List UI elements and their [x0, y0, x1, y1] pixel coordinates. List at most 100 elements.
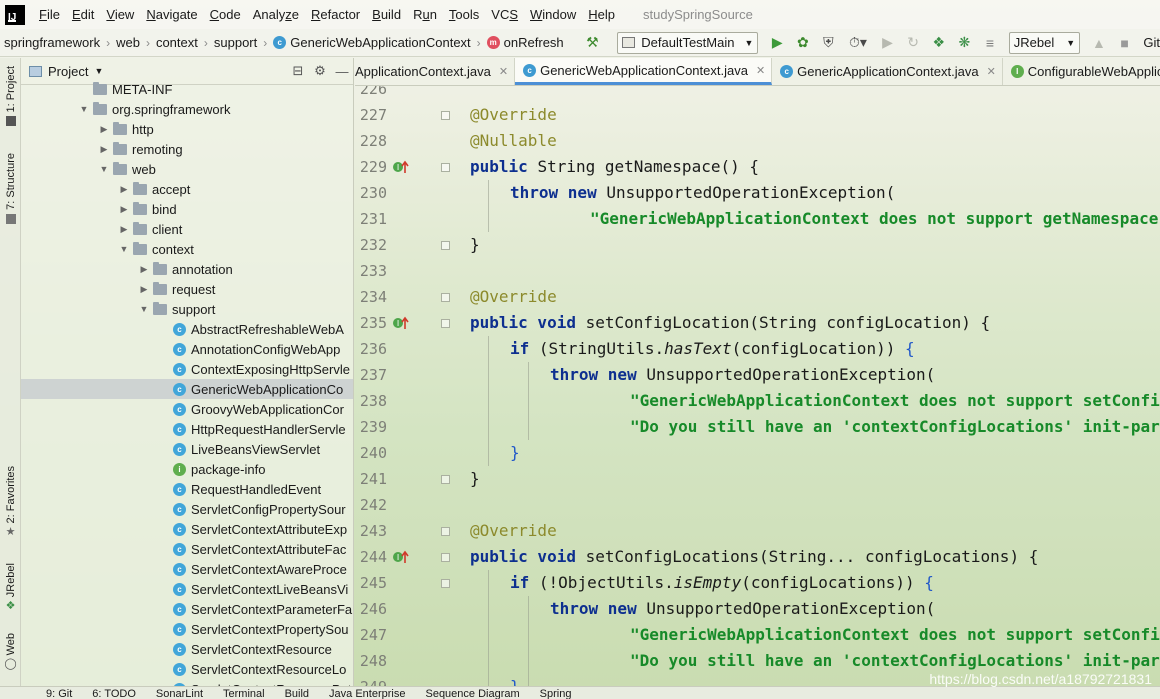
bottom-tool-build[interactable]: Build [275, 688, 319, 699]
jrebel-select[interactable]: JRebel ▼ [1008, 31, 1081, 54]
run-icon[interactable]: ▶ [766, 32, 788, 54]
editor-tab-applicationcontext-java[interactable]: ApplicationContext.java ✕ [355, 58, 516, 85]
menu-build[interactable]: Build [366, 0, 407, 29]
fold-marker-icon[interactable] [441, 111, 450, 120]
code-line[interactable]: 246 throw new UnsupportedOperationExcepti… [355, 596, 1160, 622]
implements-method-icon[interactable]: I [393, 550, 409, 564]
menu-analyze[interactable]: Analyze [247, 0, 305, 29]
tree-item-servletcontextawareproce[interactable]: c ServletContextAwareProce [21, 559, 353, 579]
code-line[interactable]: 237 throw new UnsupportedOperationExcepti… [355, 362, 1160, 388]
breadcrumb-class[interactable]: c GenericWebApplicationContext [269, 35, 474, 50]
chevron-right-icon[interactable]: ▶ [118, 184, 130, 195]
bottom-tool-6-todo[interactable]: 6: TODO [82, 688, 146, 699]
hide-panel-icon[interactable]: — [331, 64, 353, 79]
code-line[interactable]: 244 Ipublic void setConfigLocations(Strin… [355, 544, 1160, 570]
breadcrumb-web[interactable]: web [112, 35, 144, 50]
fold-marker-icon[interactable] [441, 319, 450, 328]
breadcrumb-context[interactable]: context [152, 35, 202, 50]
menu-code[interactable]: Code [204, 0, 247, 29]
tree-item-meta-inf[interactable]: META-INF [21, 79, 353, 99]
tree-item-bind[interactable]: ▶ bind [21, 199, 353, 219]
code-line[interactable]: 241} [355, 466, 1160, 492]
close-tab-icon[interactable]: ✕ [756, 64, 765, 77]
breadcrumb-support[interactable]: support [210, 35, 261, 50]
tree-item-groovywebapplicationcor[interactable]: c GroovyWebApplicationCor [21, 399, 353, 419]
bottom-tool-9-git[interactable]: 9: Git [0, 688, 82, 699]
menu-vcs[interactable]: VCS [485, 0, 524, 29]
implements-method-icon[interactable]: I [393, 160, 409, 174]
fold-marker-icon[interactable] [441, 163, 450, 172]
breadcrumb-method[interactable]: m onRefresh [483, 35, 568, 50]
jrebel-run-icon[interactable]: ❖ [928, 32, 950, 54]
tree-item-abstractrefreshableweba[interactable]: c AbstractRefreshableWebA [21, 319, 353, 339]
code-line[interactable]: 245 if (!ObjectUtils.isEmpty(configLocati… [355, 570, 1160, 596]
profile-icon[interactable]: ⏱▾ [843, 32, 872, 54]
chevron-right-icon[interactable]: ▶ [118, 204, 130, 215]
tree-item-contextexposinghttpservle[interactable]: c ContextExposingHttpServle [21, 359, 353, 379]
git-label[interactable]: Git [1143, 35, 1160, 50]
code-line[interactable]: 234 @Override [355, 284, 1160, 310]
run-configuration-select[interactable]: DefaultTestMain ▼ [617, 31, 759, 54]
code-line[interactable]: 229 Ipublic String getNamespace() { [355, 154, 1160, 180]
menu-file[interactable]: File [33, 0, 66, 29]
chevron-right-icon[interactable]: ▶ [98, 124, 110, 135]
chevron-down-icon[interactable]: ▼ [78, 104, 90, 114]
gear-icon[interactable]: ⚙ [309, 63, 331, 79]
fold-marker-icon[interactable] [441, 475, 450, 484]
menu-window[interactable]: Window [524, 0, 582, 29]
tree-item-annotationconfigwebapp[interactable]: c AnnotationConfigWebApp [21, 339, 353, 359]
chevron-right-icon[interactable]: ▶ [138, 284, 150, 295]
menu-edit[interactable]: Edit [66, 0, 100, 29]
tool-tab-structure[interactable]: 7: Structure [0, 153, 21, 224]
code-line[interactable]: 226 [355, 86, 1160, 102]
code-line[interactable]: 243 @Override [355, 518, 1160, 544]
stop-icon[interactable]: ■ [1114, 32, 1136, 54]
editor-tab-genericwebapplicationcontext-java[interactable]: c GenericWebApplicationContext.java ✕ [515, 58, 773, 85]
code-line[interactable]: 247 "GenericWebApplicationContext does no… [355, 622, 1160, 648]
jrebel-panel-icon[interactable]: ≡ [979, 32, 1001, 54]
fold-marker-icon[interactable] [441, 241, 450, 250]
chevron-down-icon[interactable]: ▼ [118, 244, 130, 254]
code-line[interactable]: 228 @Nullable [355, 128, 1160, 154]
code-line[interactable]: 235 Ipublic void setConfigLocation(String… [355, 310, 1160, 336]
tree-item-client[interactable]: ▶ client [21, 219, 353, 239]
chevron-right-icon[interactable]: ▶ [98, 144, 110, 155]
fold-marker-icon[interactable] [441, 579, 450, 588]
menu-tools[interactable]: Tools [443, 0, 485, 29]
tree-item-servletcontextattributeexp[interactable]: c ServletContextAttributeExp [21, 519, 353, 539]
chevron-down-icon[interactable]: ▼ [138, 304, 150, 314]
menu-run[interactable]: Run [407, 0, 443, 29]
project-panel-title[interactable]: Project [48, 64, 88, 79]
tree-item-org-springframework[interactable]: ▼ org.springframework [21, 99, 353, 119]
tree-item-servletcontextresource[interactable]: c ServletContextResource [21, 639, 353, 659]
implements-method-icon[interactable]: I [393, 316, 409, 330]
menu-navigate[interactable]: Navigate [140, 0, 203, 29]
menu-refactor[interactable]: Refactor [305, 0, 366, 29]
tree-item-servletcontextparameterfa[interactable]: c ServletContextParameterFa [21, 599, 353, 619]
tree-item-package-info[interactable]: i package-info [21, 459, 353, 479]
code-editor[interactable]: 226 227 @Override 228 @Nullable 229 Ipublic St… [355, 86, 1160, 686]
tree-item-remoting[interactable]: ▶ remoting [21, 139, 353, 159]
code-line[interactable]: 239 "Do you still have an 'contextConfigL… [355, 414, 1160, 440]
tree-item-context[interactable]: ▼ context [21, 239, 353, 259]
editor-tab-configurablewebapplica[interactable]: I ConfigurableWebApplica [1003, 58, 1160, 85]
fold-marker-icon[interactable] [441, 553, 450, 562]
code-line[interactable]: 236 if (StringUtils.hasText(configLocatio… [355, 336, 1160, 362]
tree-item-servletcontextlivebeansvi[interactable]: c ServletContextLiveBeansVi [21, 579, 353, 599]
close-tab-icon[interactable]: ✕ [499, 65, 508, 78]
tree-item-livebeansviewservlet[interactable]: c LiveBeansViewServlet [21, 439, 353, 459]
code-line[interactable]: 238 "GenericWebApplicationContext does no… [355, 388, 1160, 414]
rebuild-icon[interactable]: ▲ [1088, 32, 1110, 54]
breadcrumb-springframework[interactable]: springframework [0, 35, 104, 50]
code-line[interactable]: 240} [355, 440, 1160, 466]
coverage-shield-icon[interactable]: ⛨ [818, 32, 840, 54]
tree-item-servletcontextpropertysou[interactable]: c ServletContextPropertySou [21, 619, 353, 639]
tree-item-accept[interactable]: ▶ accept [21, 179, 353, 199]
tool-tab-project[interactable]: 1: Project [0, 66, 21, 127]
chevron-right-icon[interactable]: ▶ [118, 224, 130, 235]
tree-item-httprequesthandlerservle[interactable]: c HttpRequestHandlerServle [21, 419, 353, 439]
tool-tab-jrebel[interactable]: JRebel ❖ [0, 563, 21, 612]
menu-view[interactable]: View [100, 0, 140, 29]
code-line[interactable]: 230 throw new UnsupportedOperationExcepti… [355, 180, 1160, 206]
bottom-tool-sonarlint[interactable]: SonarLint [146, 688, 213, 699]
